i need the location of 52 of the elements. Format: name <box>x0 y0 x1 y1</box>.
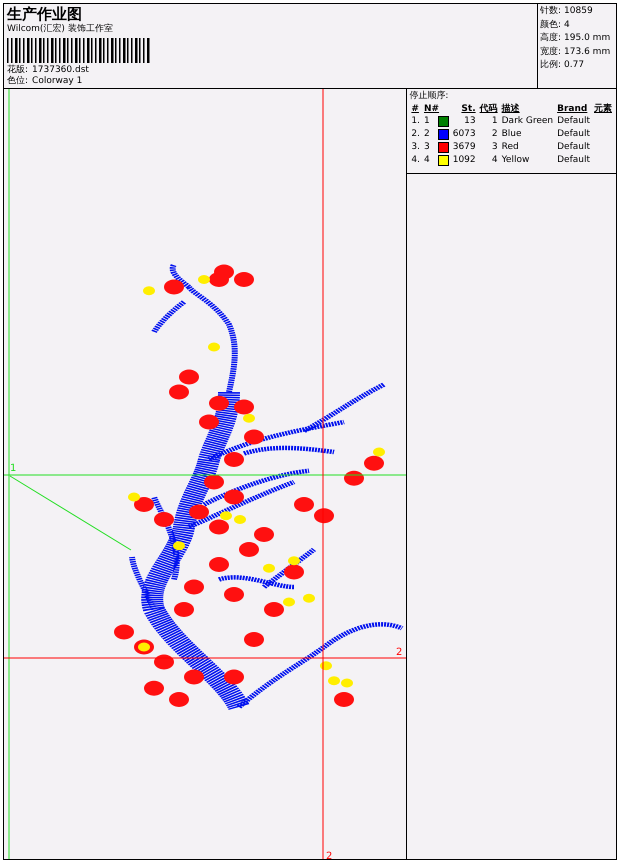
stat-value: 195.0 mm <box>564 32 610 45</box>
table-cell-text: 1 <box>490 115 499 128</box>
sequence-title: 停止顺序: <box>409 90 450 102</box>
stat-label: 颜色: <box>540 18 562 32</box>
table-cell: 2 <box>424 128 430 141</box>
table-cell: 1 <box>424 115 430 128</box>
guide-label: 2 <box>326 851 332 859</box>
column-header: 描述 <box>500 102 521 115</box>
table-cell: 3 <box>424 141 430 154</box>
guide-label: 1 <box>10 463 16 474</box>
table-cell-text: Blue <box>500 128 523 141</box>
column-header: Brand <box>556 102 588 115</box>
table-cell-text: 1. <box>410 115 421 128</box>
column-header: 元素 <box>593 102 613 115</box>
stat-label: 宽度: <box>540 46 562 58</box>
table-cell: 4 <box>424 154 430 167</box>
column-header: N# <box>422 102 440 115</box>
sheet-title: 生产作业图 <box>7 5 83 23</box>
stat-value: 0.77 <box>564 59 584 72</box>
barcode-icon <box>7 38 152 63</box>
table-cell-text: 1092 <box>452 154 477 167</box>
field-value: 1737360.dst <box>32 65 89 76</box>
table-cell-text: Default <box>556 128 591 141</box>
stat-label: 高度: <box>540 32 562 45</box>
field-label: 花版: <box>7 65 28 76</box>
table-cell-text: Dark Green <box>500 115 554 128</box>
guide-label: 2 <box>396 647 402 658</box>
table-cell-text: 4 <box>490 154 499 167</box>
table-cell-text: 2. <box>410 128 421 141</box>
table-cell-text: 2 <box>490 128 499 141</box>
stat-label: 针数: <box>540 5 562 18</box>
field-label: 色位: <box>7 76 28 87</box>
table-cell-text: 13 <box>463 115 477 128</box>
column-header: # <box>410 102 420 115</box>
table-cell-text: 3. <box>410 141 421 154</box>
table-cell-text: Default <box>556 141 591 154</box>
column-header: St. <box>460 102 477 115</box>
stat-label: 比例: <box>540 59 562 72</box>
column-header: 代码 <box>478 102 499 115</box>
table-cell-text: 3 <box>490 141 499 154</box>
field-value: Colorway 1 <box>32 76 82 87</box>
table-cell-text: 4. <box>410 154 421 167</box>
table-cell-text: Red <box>500 141 520 154</box>
table-cell-text: Yellow <box>500 154 530 167</box>
table-cell-text: 6073 <box>452 128 477 141</box>
studio-name: Wilcom(汇宏) 装饰工作室 <box>7 23 114 36</box>
table-cell-text: 3679 <box>452 141 477 154</box>
stat-value: 4 <box>564 18 570 32</box>
stat-value: 173.6 mm <box>564 46 610 58</box>
table-cell-text: Default <box>556 154 591 167</box>
table-cell-text: Default <box>556 115 591 128</box>
stat-value: 10859 <box>564 5 593 18</box>
